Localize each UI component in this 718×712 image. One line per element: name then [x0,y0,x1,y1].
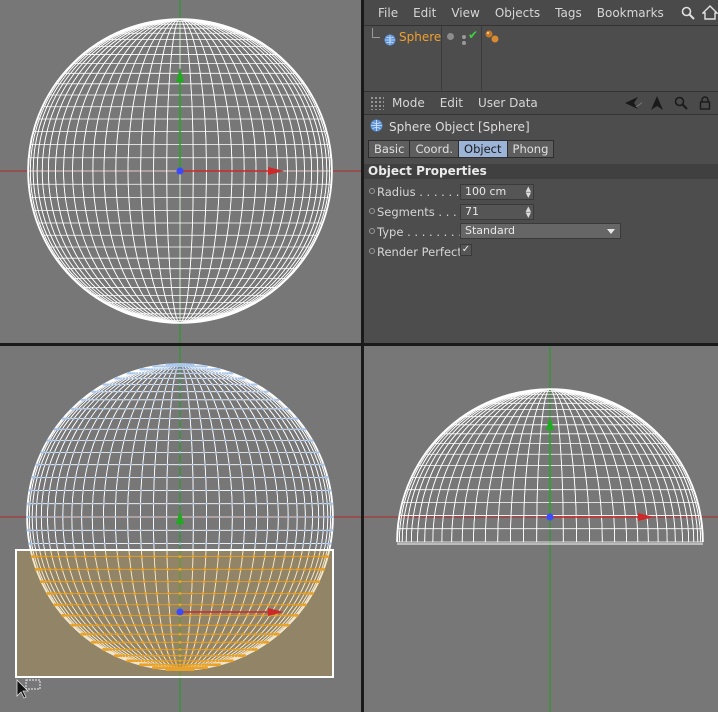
object-manager-menubar: File Edit View Objects Tags Bookmarks [364,0,718,26]
type-value: Standard [465,224,516,237]
x-axis-handle-icon[interactable] [638,513,654,521]
tree-connector [372,28,380,38]
lock-icon[interactable] [696,94,714,112]
attribute-manager: Mode Edit User Data Sphere Object [Spher… [364,91,718,343]
menu-bookmarks[interactable]: Bookmarks [597,6,664,20]
menu-edit[interactable]: Edit [413,6,436,20]
property-render-perfect: Render Perfect ✓ [364,242,718,262]
object-flags: ✔ [442,26,482,90]
origin-point[interactable] [546,513,554,521]
sphere-wireframe-selection [0,346,361,712]
sphere-icon [370,119,383,135]
search-icon[interactable] [679,4,697,22]
sphere-icon [384,31,396,50]
tab-phong[interactable]: Phong [507,140,555,158]
type-label: Type . . . . . . . . [377,225,462,239]
y-axis-handle-icon[interactable] [546,416,554,430]
spinner-arrows-icon[interactable]: ▲ ▼ [526,186,531,199]
sphere-wireframe-top [0,0,361,343]
radius-label: Radius . . . . . . . [377,185,467,199]
layer-dot-icon[interactable] [447,33,454,40]
pointer-icon[interactable] [648,94,666,112]
radius-field[interactable]: 100 cm ▲ ▼ [460,184,534,200]
segments-value: 71 [465,205,479,218]
enabled-check-icon[interactable]: ✔ [468,28,478,42]
property-type: Type . . . . . . . . Standard [364,222,718,242]
tab-object[interactable]: Object [459,140,508,158]
mouse-cursor-icon [16,679,41,699]
attribute-tabs: Basic Coord. Object Phong [368,140,718,158]
origin-point[interactable] [176,608,184,616]
back-arrow-icon[interactable] [624,94,642,112]
home-icon[interactable] [701,4,718,22]
spinner-arrows-icon[interactable]: ▲ ▼ [526,206,531,219]
menu-tags[interactable]: Tags [555,6,582,20]
object-manager: File Edit View Objects Tags Bookmarks Sp… [364,0,718,91]
radius-value: 100 cm [465,185,507,198]
type-dropdown[interactable]: Standard [460,223,621,239]
menu-file[interactable]: File [378,6,398,20]
menu-mode[interactable]: Mode [392,96,425,110]
render-perfect-checkbox[interactable]: ✓ [460,244,472,256]
attribute-title: Sphere Object [Sphere] [389,120,530,134]
axis-gizmo[interactable] [546,416,654,521]
menu-edit[interactable]: Edit [440,96,463,110]
segments-field[interactable]: 71 ▲ ▼ [460,204,534,220]
segments-label: Segments . . . . [377,205,464,219]
menu-user-data[interactable]: User Data [478,96,538,110]
attribute-manager-menubar: Mode Edit User Data [364,91,718,115]
menu-objects[interactable]: Objects [495,6,540,20]
viewport-bottom-right[interactable] [364,346,718,712]
section-header: Object Properties [364,164,718,179]
y-axis-handle-icon[interactable] [176,68,184,82]
animation-dot-icon[interactable] [369,188,375,194]
render-perfect-label: Render Perfect [377,245,462,259]
animation-dot-icon[interactable] [369,248,375,254]
attribute-title-row: Sphere Object [Sphere] [364,115,718,139]
x-axis-handle-icon[interactable] [268,167,284,175]
chevron-down-icon [607,229,615,234]
hemisphere-wireframe [364,346,718,712]
animation-dot-icon[interactable] [369,228,375,234]
tab-coord[interactable]: Coord. [410,140,460,158]
object-list: Sphere ✔ [364,26,718,90]
object-row-sphere[interactable]: Sphere [364,26,442,90]
panel-grip-icon[interactable] [370,96,384,110]
tab-basic[interactable]: Basic [368,140,411,158]
property-segments: Segments . . . . 71 ▲ ▼ [364,202,718,222]
material-tag-icon[interactable] [484,29,500,49]
selection-rectangle[interactable] [15,549,334,678]
property-radius: Radius . . . . . . . 100 cm ▲ ▼ [364,182,718,202]
animation-dot-icon[interactable] [369,208,375,214]
viewport-bottom-left[interactable] [0,346,361,712]
origin-point[interactable] [176,167,184,175]
menu-view[interactable]: View [451,6,479,20]
search-icon[interactable] [672,94,690,112]
object-name[interactable]: Sphere [399,30,441,44]
viewport-top[interactable] [0,0,361,343]
